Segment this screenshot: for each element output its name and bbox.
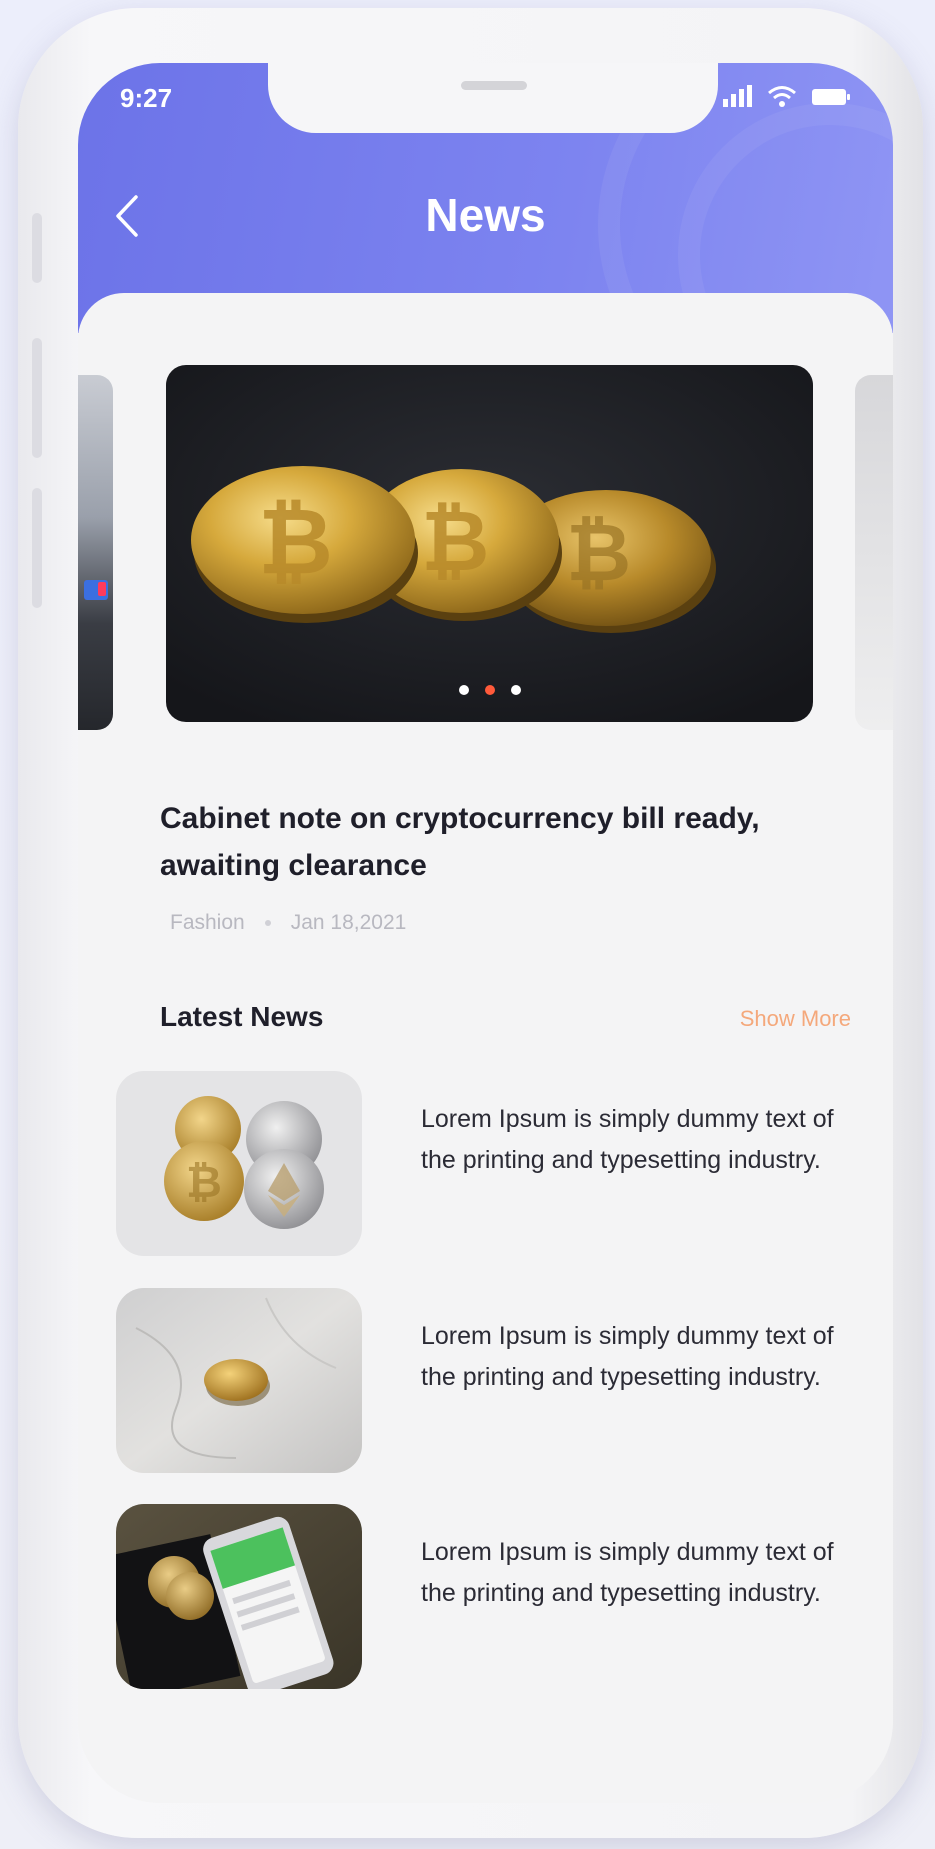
news-date: Jan 18,2021: [290, 911, 407, 934]
news-category: Fashion: [170, 911, 245, 934]
phone-wallet-image: [116, 1504, 362, 1689]
carousel-dot[interactable]: [458, 685, 469, 695]
carousel-dot[interactable]: [510, 685, 521, 695]
news-thumbnail: [116, 1504, 362, 1689]
svg-text:₿: ₿: [258, 488, 333, 595]
svg-text:₿: ₿: [186, 1157, 222, 1208]
phone-screen: 9:27 News ₿ ₿ ₿ Cabinet note on cryptocu…: [78, 63, 893, 1803]
slide-thumbnail-detail: [98, 582, 106, 596]
phone-notch: [268, 63, 718, 133]
phone-side-button: [32, 488, 42, 608]
news-summary: Lorem Ipsum is simply dummy text of the …: [421, 1538, 834, 1607]
list-item[interactable]: Lorem Ipsum is simply dummy text of the …: [116, 1288, 856, 1473]
featured-meta: Fashion Jan 18,2021: [170, 911, 406, 935]
status-icons: [723, 85, 851, 107]
list-item[interactable]: ₿ Lorem Ipsum is simply dummy text of th…: [116, 1071, 856, 1256]
wifi-icon: [768, 86, 796, 107]
carousel-next-slide[interactable]: [855, 375, 893, 730]
featured-news-image[interactable]: ₿ ₿ ₿: [166, 365, 813, 722]
featured-headline[interactable]: Cabinet note on cryptocurrency bill read…: [160, 795, 850, 889]
battery-icon: [812, 89, 850, 105]
signal-icon: [723, 85, 752, 107]
coin-on-marble-image: [116, 1288, 362, 1473]
status-time: 9:27: [120, 83, 173, 113]
phone-frame: 9:27 News ₿ ₿ ₿ Cabinet note on cryptocu…: [18, 8, 923, 1838]
show-more-link[interactable]: Show More: [740, 1006, 851, 1032]
latest-news-heading: Latest News: [160, 1001, 324, 1032]
news-summary: Lorem Ipsum is simply dummy text of the …: [421, 1322, 834, 1391]
carousel-prev-slide[interactable]: [78, 375, 113, 730]
phone-side-button: [32, 338, 42, 458]
list-item[interactable]: Lorem Ipsum is simply dummy text of the …: [116, 1504, 856, 1689]
phone-side-button: [32, 213, 42, 283]
news-summary: Lorem Ipsum is simply dummy text of the …: [421, 1105, 834, 1174]
news-thumbnail: [116, 1288, 362, 1473]
crypto-coins-image: ₿: [116, 1071, 362, 1256]
speaker-grille: [461, 81, 527, 90]
news-thumbnail: ₿: [116, 1071, 362, 1256]
news-content: ₿ ₿ ₿ Cabinet note on cryptocurrency bil…: [78, 293, 893, 1803]
svg-text:₿: ₿: [421, 492, 489, 590]
meta-separator: [264, 920, 271, 926]
carousel-dot-active[interactable]: [484, 685, 495, 695]
carousel-indicator[interactable]: [166, 685, 813, 695]
svg-text:₿: ₿: [566, 506, 631, 599]
page-title: News: [425, 189, 546, 241]
bitcoin-coins-image: ₿ ₿ ₿: [166, 365, 813, 722]
